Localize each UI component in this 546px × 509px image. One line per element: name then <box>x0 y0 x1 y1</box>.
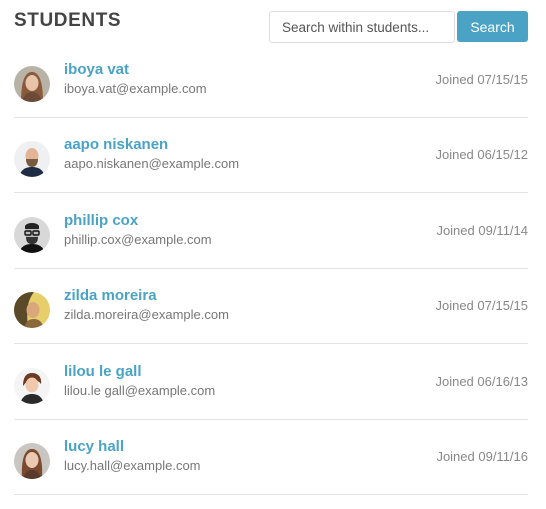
joined-date: Joined 07/15/15 <box>435 298 528 313</box>
user-photo-icon[interactable] <box>14 368 50 404</box>
joined-date: Joined 09/11/14 <box>436 223 528 238</box>
student-name[interactable]: iboya vat <box>64 61 129 78</box>
student-email: lilou.le gall@example.com <box>64 383 216 398</box>
joined-date: Joined 09/11/16 <box>436 449 528 464</box>
student-row: zilda moreira zilda.moreira@example.com … <box>14 268 528 344</box>
user-photo-icon[interactable] <box>14 66 50 102</box>
student-email: lucy.hall@example.com <box>64 458 201 473</box>
joined-date: Joined 06/15/12 <box>435 147 528 162</box>
page-title: STUDENTS <box>14 10 122 31</box>
user-photo-icon[interactable] <box>14 141 50 177</box>
student-row: iboya vat iboya.vat@example.com Joined 0… <box>14 42 528 118</box>
students-page: STUDENTS Search iboya vat iboya.vat@exam… <box>0 0 546 509</box>
student-row: lilou le gall lilou.le gall@example.com … <box>14 344 528 420</box>
search-input[interactable] <box>269 11 455 43</box>
user-photo-icon[interactable] <box>14 443 50 479</box>
student-name[interactable]: lilou le gall <box>64 363 142 380</box>
search-button[interactable]: Search <box>457 11 528 42</box>
user-photo-icon[interactable] <box>14 292 50 328</box>
student-email: iboya.vat@example.com <box>64 81 207 96</box>
student-email: phillip.cox@example.com <box>64 232 212 247</box>
student-name[interactable]: lucy hall <box>64 438 124 455</box>
student-row: lucy hall lucy.hall@example.com Joined 0… <box>14 419 528 495</box>
student-name[interactable]: zilda moreira <box>64 287 157 304</box>
student-email: zilda.moreira@example.com <box>64 307 229 322</box>
user-photo-icon[interactable] <box>14 217 50 253</box>
joined-date: Joined 07/15/15 <box>435 72 528 87</box>
joined-date: Joined 06/16/13 <box>435 374 528 389</box>
student-row: phillip cox phillip.cox@example.com Join… <box>14 193 528 269</box>
student-name[interactable]: aapo niskanen <box>64 136 168 153</box>
student-email: aapo.niskanen@example.com <box>64 156 240 171</box>
student-name[interactable]: phillip cox <box>64 212 138 229</box>
student-row: aapo niskanen aapo.niskanen@example.com … <box>14 117 528 193</box>
